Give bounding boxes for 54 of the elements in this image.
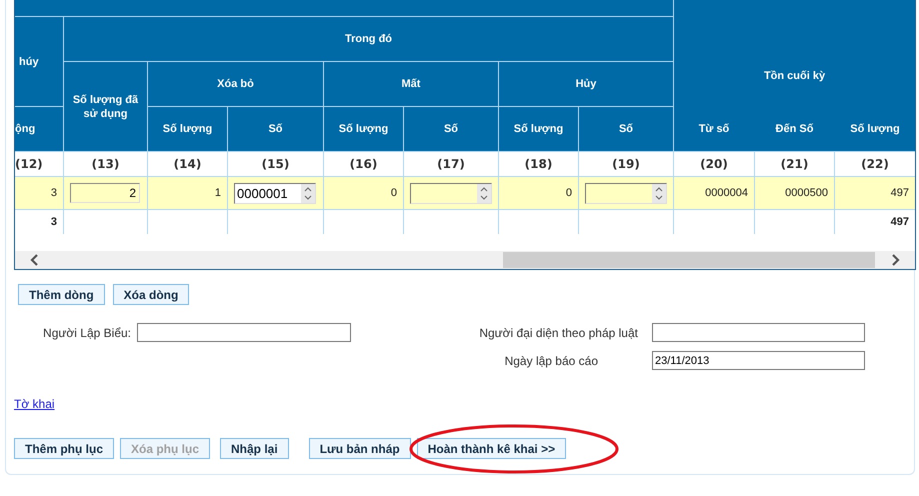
column-header: Số lượng	[499, 107, 578, 151]
column-header: Hủy	[499, 62, 673, 106]
total-cell: 3	[15, 210, 63, 234]
table-cell: 0	[499, 177, 578, 209]
column-number: (15)	[228, 152, 323, 176]
field-label: Ngày lập báo cáo	[504, 354, 599, 368]
action-button[interactable]: Nhập lại	[220, 438, 289, 459]
column-header: Số lượng	[148, 107, 227, 151]
column-number: (21)	[755, 152, 834, 176]
column-number: (18)	[499, 152, 578, 176]
table-cell: 0	[324, 177, 403, 209]
horizontal-scrollbar[interactable]	[15, 251, 915, 269]
column-number: (13)	[64, 152, 147, 176]
row-button[interactable]: Thêm dòng	[18, 284, 105, 305]
column-header: Mất	[324, 62, 498, 106]
column-number: (20)	[674, 152, 754, 176]
preparer-input-field[interactable]	[137, 323, 351, 342]
column-number: (22)	[835, 152, 915, 176]
representative-input-field[interactable]	[652, 323, 865, 342]
spinner-arrows-icon[interactable]	[652, 184, 666, 202]
table-cell: 3	[15, 177, 63, 209]
scroll-right-icon[interactable]	[889, 254, 901, 266]
column-number: (19)	[579, 152, 673, 176]
column-number: (14)	[148, 152, 227, 176]
spinner-arrows-icon[interactable]	[477, 184, 491, 202]
column-header: Số lượng đã sử dụng	[64, 62, 147, 151]
quantity-input-field[interactable]: 2	[70, 183, 140, 203]
action-button[interactable]: Hoàn thành kê khai >>	[416, 438, 566, 459]
column-header: Số	[228, 107, 323, 151]
column-number: (16)	[324, 152, 403, 176]
field-label: Người đại diện theo pháp luật	[478, 326, 638, 340]
action-button[interactable]: Lưu bản nháp	[308, 438, 411, 459]
table-cell: 1	[148, 177, 227, 209]
column-header: Số	[579, 107, 673, 151]
table-cell: 497	[835, 177, 915, 209]
column-header: Số	[404, 107, 498, 151]
date-input-field[interactable]: 23/11/2013	[652, 351, 865, 370]
table-cell: 0000500	[755, 177, 834, 209]
total-cell: 497	[835, 210, 915, 234]
declaration-link[interactable]: Tờ khai	[14, 397, 55, 411]
column-header: ộng	[15, 107, 63, 151]
scrollbar-thumb[interactable]	[503, 252, 875, 268]
column-header: Trong đó	[64, 17, 673, 61]
spinner-arrows-icon[interactable]	[301, 184, 315, 202]
column-number: (12)	[15, 152, 63, 176]
column-header: húy	[15, 17, 63, 106]
row-button[interactable]: Xóa dòng	[112, 284, 190, 305]
column-header: Số lượng	[324, 107, 403, 151]
scroll-left-icon[interactable]	[29, 254, 41, 266]
column-number: (17)	[404, 152, 498, 176]
column-header: Xóa bỏ	[148, 62, 323, 106]
action-button[interactable]: Thêm phụ lục	[14, 438, 114, 459]
table-cell: 0000004	[674, 177, 754, 209]
field-label: Người Lập Biểu:	[42, 326, 132, 340]
